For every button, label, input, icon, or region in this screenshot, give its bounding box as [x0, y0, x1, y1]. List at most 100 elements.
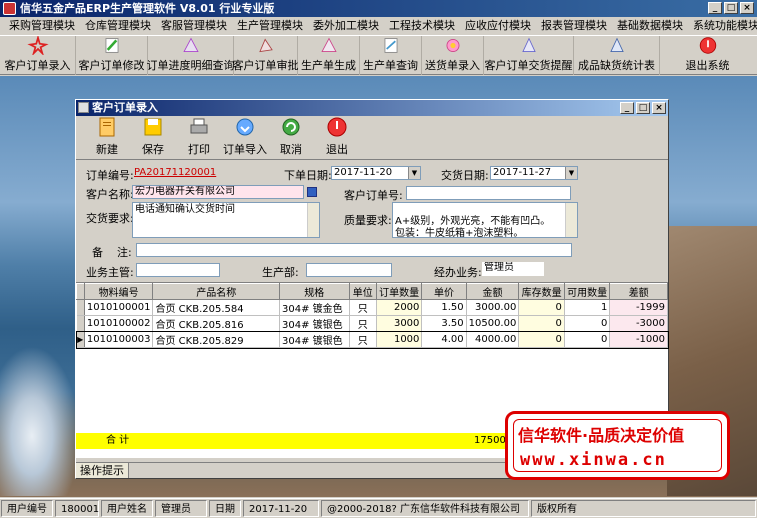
- promo-slogan: 信华软件·品质决定价值: [518, 426, 685, 445]
- order-date-picker[interactable]: 2017-11-20 ▼: [331, 166, 421, 180]
- tb-production-generate-button[interactable]: 生产单生成: [298, 36, 360, 75]
- status-bar: 用户编号 180001 用户姓名 管理员 日期 2017-11-20 @2000…: [0, 498, 757, 518]
- dept-label: 生产部:: [262, 266, 299, 279]
- cust-order-label: 客户订单号:: [344, 189, 403, 202]
- import-icon: [236, 118, 254, 136]
- query-icon: [384, 38, 397, 53]
- chevron-down-icon[interactable]: ▼: [408, 167, 420, 179]
- quality-req-textarea[interactable]: A+级别，外观光亮，不能有凹凸。 包装：牛皮纸箱+泡沫塑料。: [392, 202, 578, 238]
- menu-purchase[interactable]: 采购管理模块: [4, 17, 80, 34]
- menu-customer-service[interactable]: 客服管理模块: [156, 17, 232, 34]
- table-row[interactable]: 1010100001 合页 CKB.205.584 304# 镀金色 只 200…: [76, 299, 668, 316]
- col-header[interactable]: 单位: [348, 283, 377, 300]
- status-date: 2017-11-20: [243, 500, 319, 517]
- cancel-button[interactable]: 取消: [268, 116, 314, 159]
- col-header[interactable]: 单价: [421, 283, 467, 300]
- row-pointer-icon: ▶: [76, 331, 85, 348]
- import-button[interactable]: 订单导入: [222, 116, 268, 159]
- tb-delivery-entry-button[interactable]: 送货单录入: [422, 36, 484, 75]
- col-header[interactable]: 差额: [609, 283, 668, 300]
- customer-field[interactable]: 宏力电器开关有限公司: [132, 185, 304, 199]
- tb-order-edit-button[interactable]: 客户订单修改: [76, 36, 148, 75]
- delivery-date-label: 交货日期:: [441, 169, 489, 182]
- col-header[interactable]: 物料编号: [83, 283, 154, 300]
- menu-production[interactable]: 生产管理模块: [232, 17, 308, 34]
- status-copyright: @2000-2018? 广东信华软件科技有限公司: [321, 500, 529, 517]
- reminder-icon: [521, 37, 536, 52]
- op-tip-tab[interactable]: 操作提示: [76, 463, 129, 478]
- status-user-name-label: 用户姓名: [101, 500, 153, 517]
- save-button[interactable]: 保存: [130, 116, 176, 159]
- handler-label: 经办业务:: [434, 266, 482, 279]
- exit-icon: [699, 37, 716, 54]
- col-header[interactable]: 订单数量: [375, 283, 423, 300]
- status-user-name: 管理员: [155, 500, 207, 517]
- child-toolbar: 新建 保存 打印 订单导入 取消 退出: [76, 116, 668, 160]
- tb-delivery-reminder-button[interactable]: 客户订单交货提醒: [484, 36, 574, 75]
- menu-reports[interactable]: 报表管理模块: [536, 17, 612, 34]
- chevron-down-icon[interactable]: ▼: [565, 167, 577, 179]
- tb-order-approve-button[interactable]: 客户订单审批: [233, 36, 299, 75]
- flower-icon: [446, 39, 459, 52]
- tb-production-query-button[interactable]: 生产单查询: [360, 36, 422, 75]
- tb-order-entry-button[interactable]: 客户订单录入: [0, 36, 76, 75]
- dept-field[interactable]: [306, 263, 392, 277]
- tb-shortage-stats-button[interactable]: 成品缺货统计表: [574, 36, 660, 75]
- delivery-req-label: 交货要求:: [86, 212, 134, 225]
- edit-icon: [105, 38, 118, 53]
- maximize-button[interactable]: □: [724, 2, 738, 14]
- customer-lookup-button[interactable]: [307, 187, 317, 197]
- close-button[interactable]: ×: [740, 2, 754, 14]
- save-icon: [144, 118, 162, 136]
- print-icon: [190, 118, 208, 134]
- menu-system[interactable]: 系统功能模块: [688, 17, 757, 34]
- child-title-bar: 客户订单录入 _ □ ×: [76, 100, 668, 116]
- menu-basic-data[interactable]: 基础数据模块: [612, 17, 688, 34]
- child-minimize-button[interactable]: _: [620, 102, 634, 114]
- supervisor-label: 业务主管:: [86, 266, 134, 279]
- new-button[interactable]: 新建: [84, 116, 130, 159]
- order-date-label: 下单日期:: [284, 169, 332, 182]
- order-no-value[interactable]: PA20171120001: [132, 167, 222, 181]
- child-title: 客户订单录入: [92, 101, 158, 114]
- minimize-button[interactable]: _: [708, 2, 722, 14]
- remark-field[interactable]: [136, 243, 572, 257]
- quality-req-label: 质量要求:: [344, 214, 392, 227]
- print-button[interactable]: 打印: [176, 116, 222, 159]
- menu-outsourcing[interactable]: 委外加工模块: [308, 17, 384, 34]
- table-row[interactable]: 1010100002 合页 CKB.205.816 304# 镀银色 只 300…: [76, 315, 668, 332]
- approve-icon: [258, 38, 273, 53]
- col-header[interactable]: 产品名称: [152, 283, 280, 300]
- promo-banner: 信华软件·品质决定价值 www.xinwa.cn: [505, 411, 730, 480]
- col-header[interactable]: 金额: [465, 283, 520, 300]
- menubar: 采购管理模块 仓库管理模块 客服管理模块 生产管理模块 委外加工模块 工程技术模…: [0, 17, 757, 34]
- app-title-bar: 信华五金产品ERP生产管理软件 V8.01 行业专业版 _ □ ×: [0, 0, 757, 17]
- promo-url: www.xinwa.cn: [520, 450, 667, 470]
- menu-engineering[interactable]: 工程技术模块: [384, 17, 460, 34]
- supervisor-field[interactable]: [136, 263, 220, 277]
- new-icon: [99, 117, 115, 137]
- cust-order-field[interactable]: [406, 186, 571, 200]
- menu-accounts[interactable]: 应收应付模块: [460, 17, 536, 34]
- child-maximize-button[interactable]: □: [636, 102, 650, 114]
- status-user-id: 180001: [55, 500, 99, 517]
- col-header[interactable]: 规格: [278, 283, 350, 300]
- scrollbar[interactable]: [565, 203, 577, 237]
- customer-label: 客户名称:: [86, 188, 134, 201]
- col-header[interactable]: 可用数量: [563, 283, 611, 300]
- app-title: 信华五金产品ERP生产管理软件 V8.01 行业专业版: [20, 2, 275, 15]
- delivery-req-textarea[interactable]: 电话通知确认交货时间: [132, 202, 320, 238]
- pdf-icon: [26, 36, 49, 55]
- order-form: 订单编号: PA20171120001 下单日期: 2017-11-20 ▼ 交…: [76, 160, 668, 280]
- child-close-button[interactable]: ×: [652, 102, 666, 114]
- col-header[interactable]: 库存数量: [518, 283, 565, 300]
- scrollbar[interactable]: [307, 203, 319, 237]
- table-row-selected[interactable]: ▶ 1010100003 合页 CKB.205.829 304# 镀银色 只 1…: [75, 330, 669, 349]
- exit-button[interactable]: 退出: [314, 116, 360, 159]
- tb-progress-query-button[interactable]: 订单进度明细查询: [147, 36, 235, 75]
- handler-field[interactable]: 管理员: [482, 262, 544, 276]
- cancel-icon: [282, 118, 300, 136]
- menu-warehouse[interactable]: 仓库管理模块: [80, 17, 156, 34]
- tb-exit-system-button[interactable]: 退出系统: [660, 36, 755, 75]
- delivery-date-picker[interactable]: 2017-11-27 ▼: [490, 166, 578, 180]
